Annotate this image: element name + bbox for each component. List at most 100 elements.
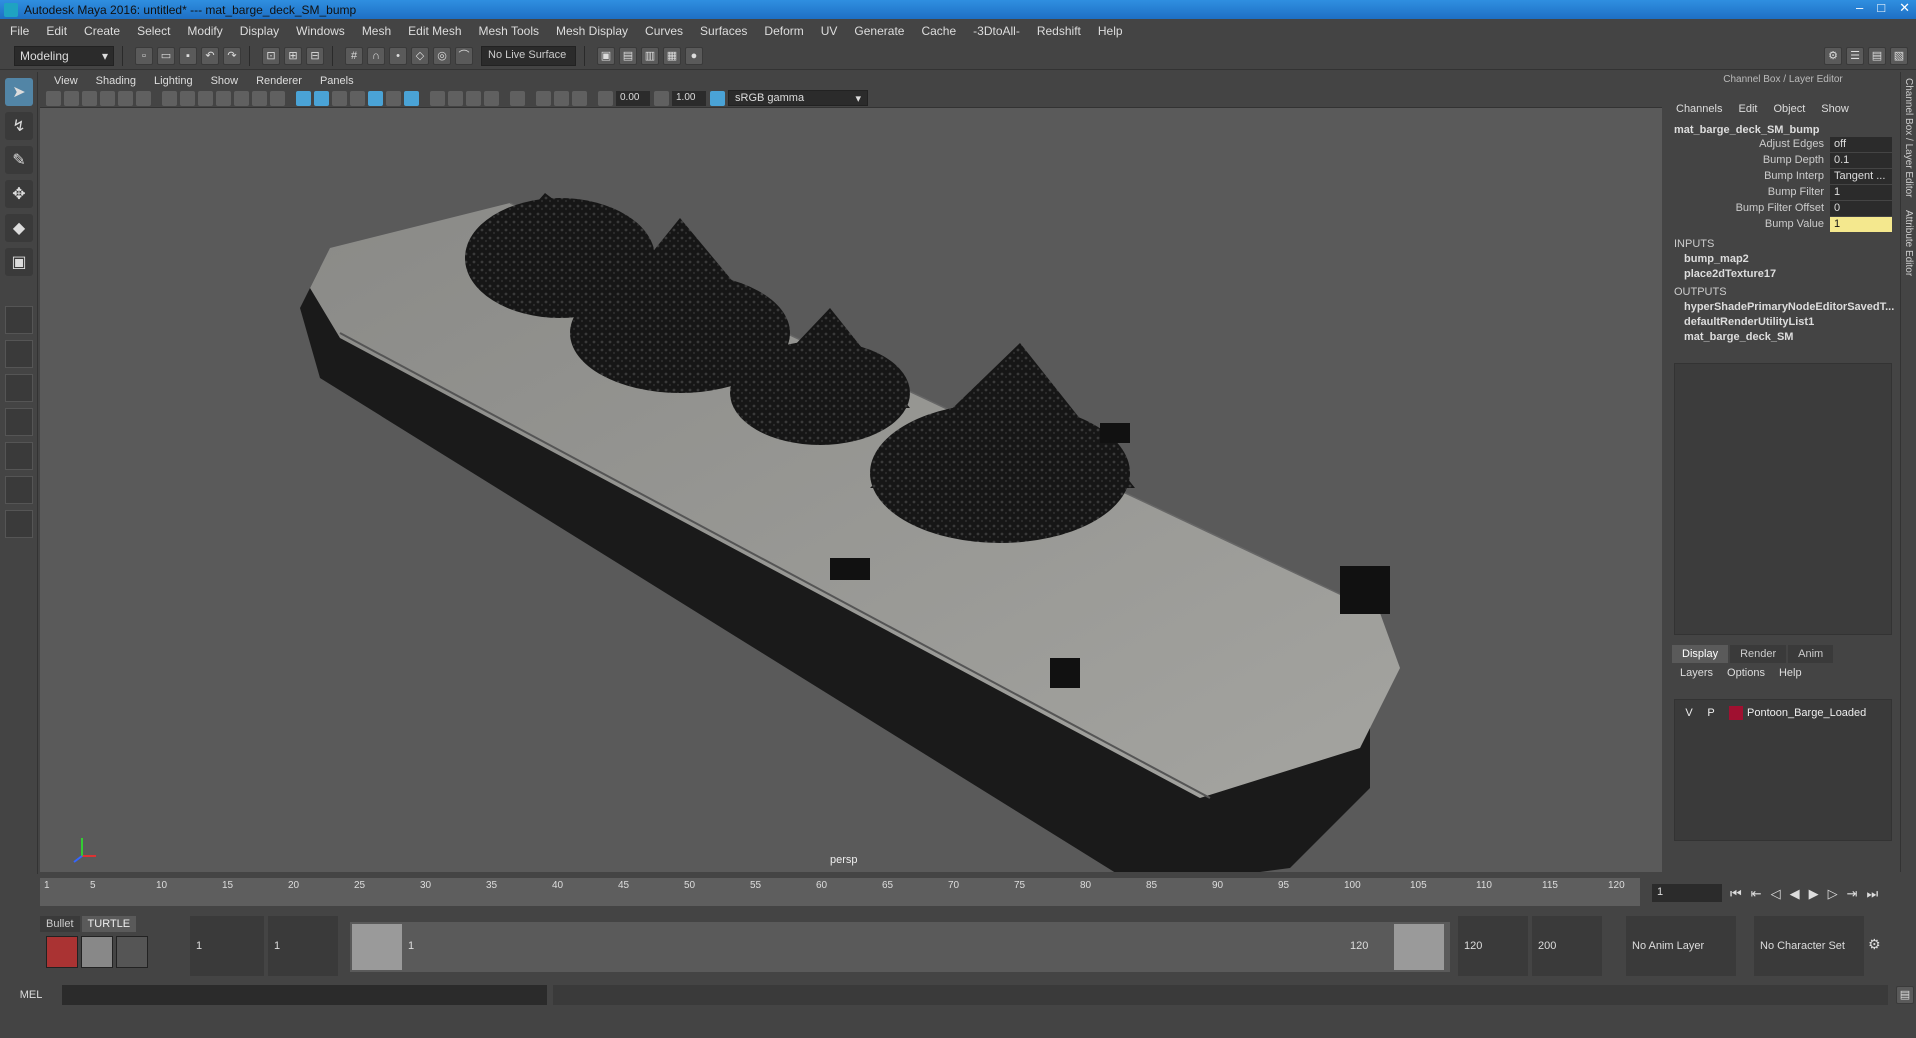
panel-menu-panels[interactable]: Panels <box>320 75 354 87</box>
current-frame-field[interactable]: 1 <box>1652 884 1722 902</box>
animation-end-field[interactable]: 200 <box>1532 916 1602 976</box>
go-to-start-icon[interactable]: ⏮ <box>1730 886 1742 902</box>
field-chart-icon[interactable] <box>234 90 249 106</box>
snap-curve-icon[interactable]: ∩ <box>367 46 385 65</box>
select-object-icon[interactable]: ⊞ <box>284 46 302 65</box>
color-management-icon[interactable] <box>710 90 725 106</box>
scale-tool-icon[interactable]: ▣ <box>5 248 33 276</box>
tab-render[interactable]: Render <box>1730 645 1787 663</box>
playback-end-field[interactable]: 120 <box>1458 916 1528 976</box>
wireframe-on-shaded-icon[interactable] <box>350 90 365 106</box>
script-language-label[interactable]: MEL <box>0 989 62 1001</box>
step-back-key-icon[interactable]: ⇤ <box>1751 886 1762 902</box>
attribute-editor-icon[interactable]: ☰ <box>1846 46 1864 65</box>
shelf-tab-turtle[interactable]: TURTLE <box>81 916 137 932</box>
step-forward-frame-icon[interactable]: ▷ <box>1828 886 1838 902</box>
menu-mesh-tools[interactable]: Mesh Tools <box>479 24 539 38</box>
tool-settings-icon[interactable]: ▤ <box>1868 46 1886 65</box>
two-view-layout-icon[interactable] <box>5 374 33 402</box>
gamma-icon[interactable] <box>654 90 669 106</box>
menu-edit[interactable]: Edit <box>46 24 67 38</box>
menu-curves[interactable]: Curves <box>645 24 683 38</box>
panel-menu-renderer[interactable]: Renderer <box>256 75 302 87</box>
attr-value[interactable]: 1 <box>1830 216 1892 232</box>
cb-menu-show[interactable]: Show <box>1821 103 1849 115</box>
attr-row-bump-filter[interactable]: Bump Filter 1 <box>1670 184 1896 200</box>
menu-mesh[interactable]: Mesh <box>362 24 391 38</box>
output-node[interactable]: mat_barge_deck_SM <box>1670 331 1896 343</box>
time-ruler[interactable]: 1 5 10 15 20 25 30 35 40 45 50 55 60 65 … <box>40 878 1640 906</box>
isolate-select-icon[interactable] <box>510 90 525 106</box>
xray-icon[interactable] <box>430 90 445 106</box>
menu-edit-mesh[interactable]: Edit Mesh <box>408 24 461 38</box>
gamma-field[interactable]: 1.00 <box>672 90 706 106</box>
lasso-tool-icon[interactable]: ↯ <box>5 112 33 140</box>
snap-surface-icon[interactable]: ⌒ <box>455 46 473 65</box>
layer-menu-layers[interactable]: Layers <box>1680 667 1713 679</box>
xray-joints-icon[interactable] <box>466 90 481 106</box>
modeling-toolkit-icon[interactable]: ⚙ <box>1824 46 1842 65</box>
smooth-shade-icon[interactable] <box>314 90 329 106</box>
panel-menu-view[interactable]: View <box>54 75 78 87</box>
attr-value[interactable]: Tangent ... <box>1830 168 1892 184</box>
animation-start-field[interactable]: 1 <box>190 916 264 976</box>
menu-help[interactable]: Help <box>1098 24 1123 38</box>
single-view-layout-icon[interactable] <box>5 306 33 334</box>
play-backward-icon[interactable]: ◀ <box>1790 886 1800 902</box>
step-back-frame-icon[interactable]: ◁ <box>1771 886 1781 902</box>
attr-value[interactable]: off <box>1830 136 1892 152</box>
attr-value[interactable]: 1 <box>1830 184 1892 200</box>
two-d-pan-icon[interactable] <box>118 90 133 106</box>
undo-icon[interactable]: ↶ <box>201 46 219 65</box>
move-tool-icon[interactable]: ✥ <box>5 180 33 208</box>
menu-uv[interactable]: UV <box>821 24 838 38</box>
close-button[interactable]: ✕ <box>1899 0 1910 16</box>
3d-viewport[interactable]: persp <box>40 108 1662 872</box>
maximize-button[interactable]: □ <box>1877 0 1885 16</box>
command-input[interactable] <box>62 985 547 1005</box>
menu-mesh-display[interactable]: Mesh Display <box>556 24 628 38</box>
input-node[interactable]: bump_map2 <box>1670 253 1896 265</box>
open-scene-icon[interactable]: ▭ <box>157 46 175 65</box>
panel-menu-shading[interactable]: Shading <box>96 75 136 87</box>
turtle-sphere-icon[interactable] <box>116 936 148 968</box>
shelf-tab-bullet[interactable]: Bullet <box>40 916 80 932</box>
menu-select[interactable]: Select <box>137 24 170 38</box>
tab-anim[interactable]: Anim <box>1788 645 1834 663</box>
menu-display[interactable]: Display <box>240 24 279 38</box>
snap-point-icon[interactable]: • <box>389 46 407 65</box>
layer-row[interactable]: V P Pontoon_Barge_Loaded <box>1675 704 1891 722</box>
menu-cache[interactable]: Cache <box>921 24 956 38</box>
default-lighting-icon[interactable] <box>332 90 347 106</box>
output-node[interactable]: hyperShadePrimaryNodeEditorSavedT... <box>1670 301 1896 313</box>
redo-icon[interactable]: ↷ <box>223 46 241 65</box>
bookmark-icon[interactable] <box>82 90 97 106</box>
use-all-lights-icon[interactable] <box>386 90 401 106</box>
safe-title-icon[interactable] <box>270 90 285 106</box>
panel-menu-show[interactable]: Show <box>211 75 239 87</box>
attr-value[interactable]: 0.1 <box>1830 152 1892 168</box>
character-set-dropdown[interactable]: No Character Set <box>1754 916 1864 976</box>
menu-redshift[interactable]: Redshift <box>1037 24 1081 38</box>
xray-active-icon[interactable] <box>448 90 463 106</box>
wireframe-icon[interactable] <box>296 90 311 106</box>
turtle-render-icon[interactable] <box>46 936 78 968</box>
attr-row-bump-interp[interactable]: Bump Interp Tangent ... <box>1670 168 1896 184</box>
select-hierarchy-icon[interactable]: ⊡ <box>262 46 280 65</box>
save-scene-icon[interactable]: ▪ <box>179 46 197 65</box>
motion-blur-icon[interactable] <box>554 90 569 106</box>
menu-modify[interactable]: Modify <box>187 24 222 38</box>
input-node[interactable]: place2dTexture17 <box>1670 268 1896 280</box>
hypershade-icon[interactable]: ● <box>685 46 703 65</box>
select-tool-arrow-icon[interactable]: ➤ <box>5 78 33 106</box>
layer-visibility-toggle[interactable]: V <box>1681 707 1697 719</box>
side-tab-channel-box[interactable]: Channel Box / Layer Editor <box>1901 72 1916 204</box>
view-transform-dropdown[interactable]: sRGB gamma ▾ <box>728 90 868 106</box>
camera-select-icon[interactable] <box>46 90 61 106</box>
anim-layer-dropdown[interactable]: No Anim Layer <box>1626 916 1736 976</box>
menu-generate[interactable]: Generate <box>854 24 904 38</box>
graph-layout-icon[interactable] <box>5 442 33 470</box>
attr-row-bump-filter-offset[interactable]: Bump Filter Offset 0 <box>1670 200 1896 216</box>
layer-menu-help[interactable]: Help <box>1779 667 1802 679</box>
cb-menu-object[interactable]: Object <box>1773 103 1805 115</box>
